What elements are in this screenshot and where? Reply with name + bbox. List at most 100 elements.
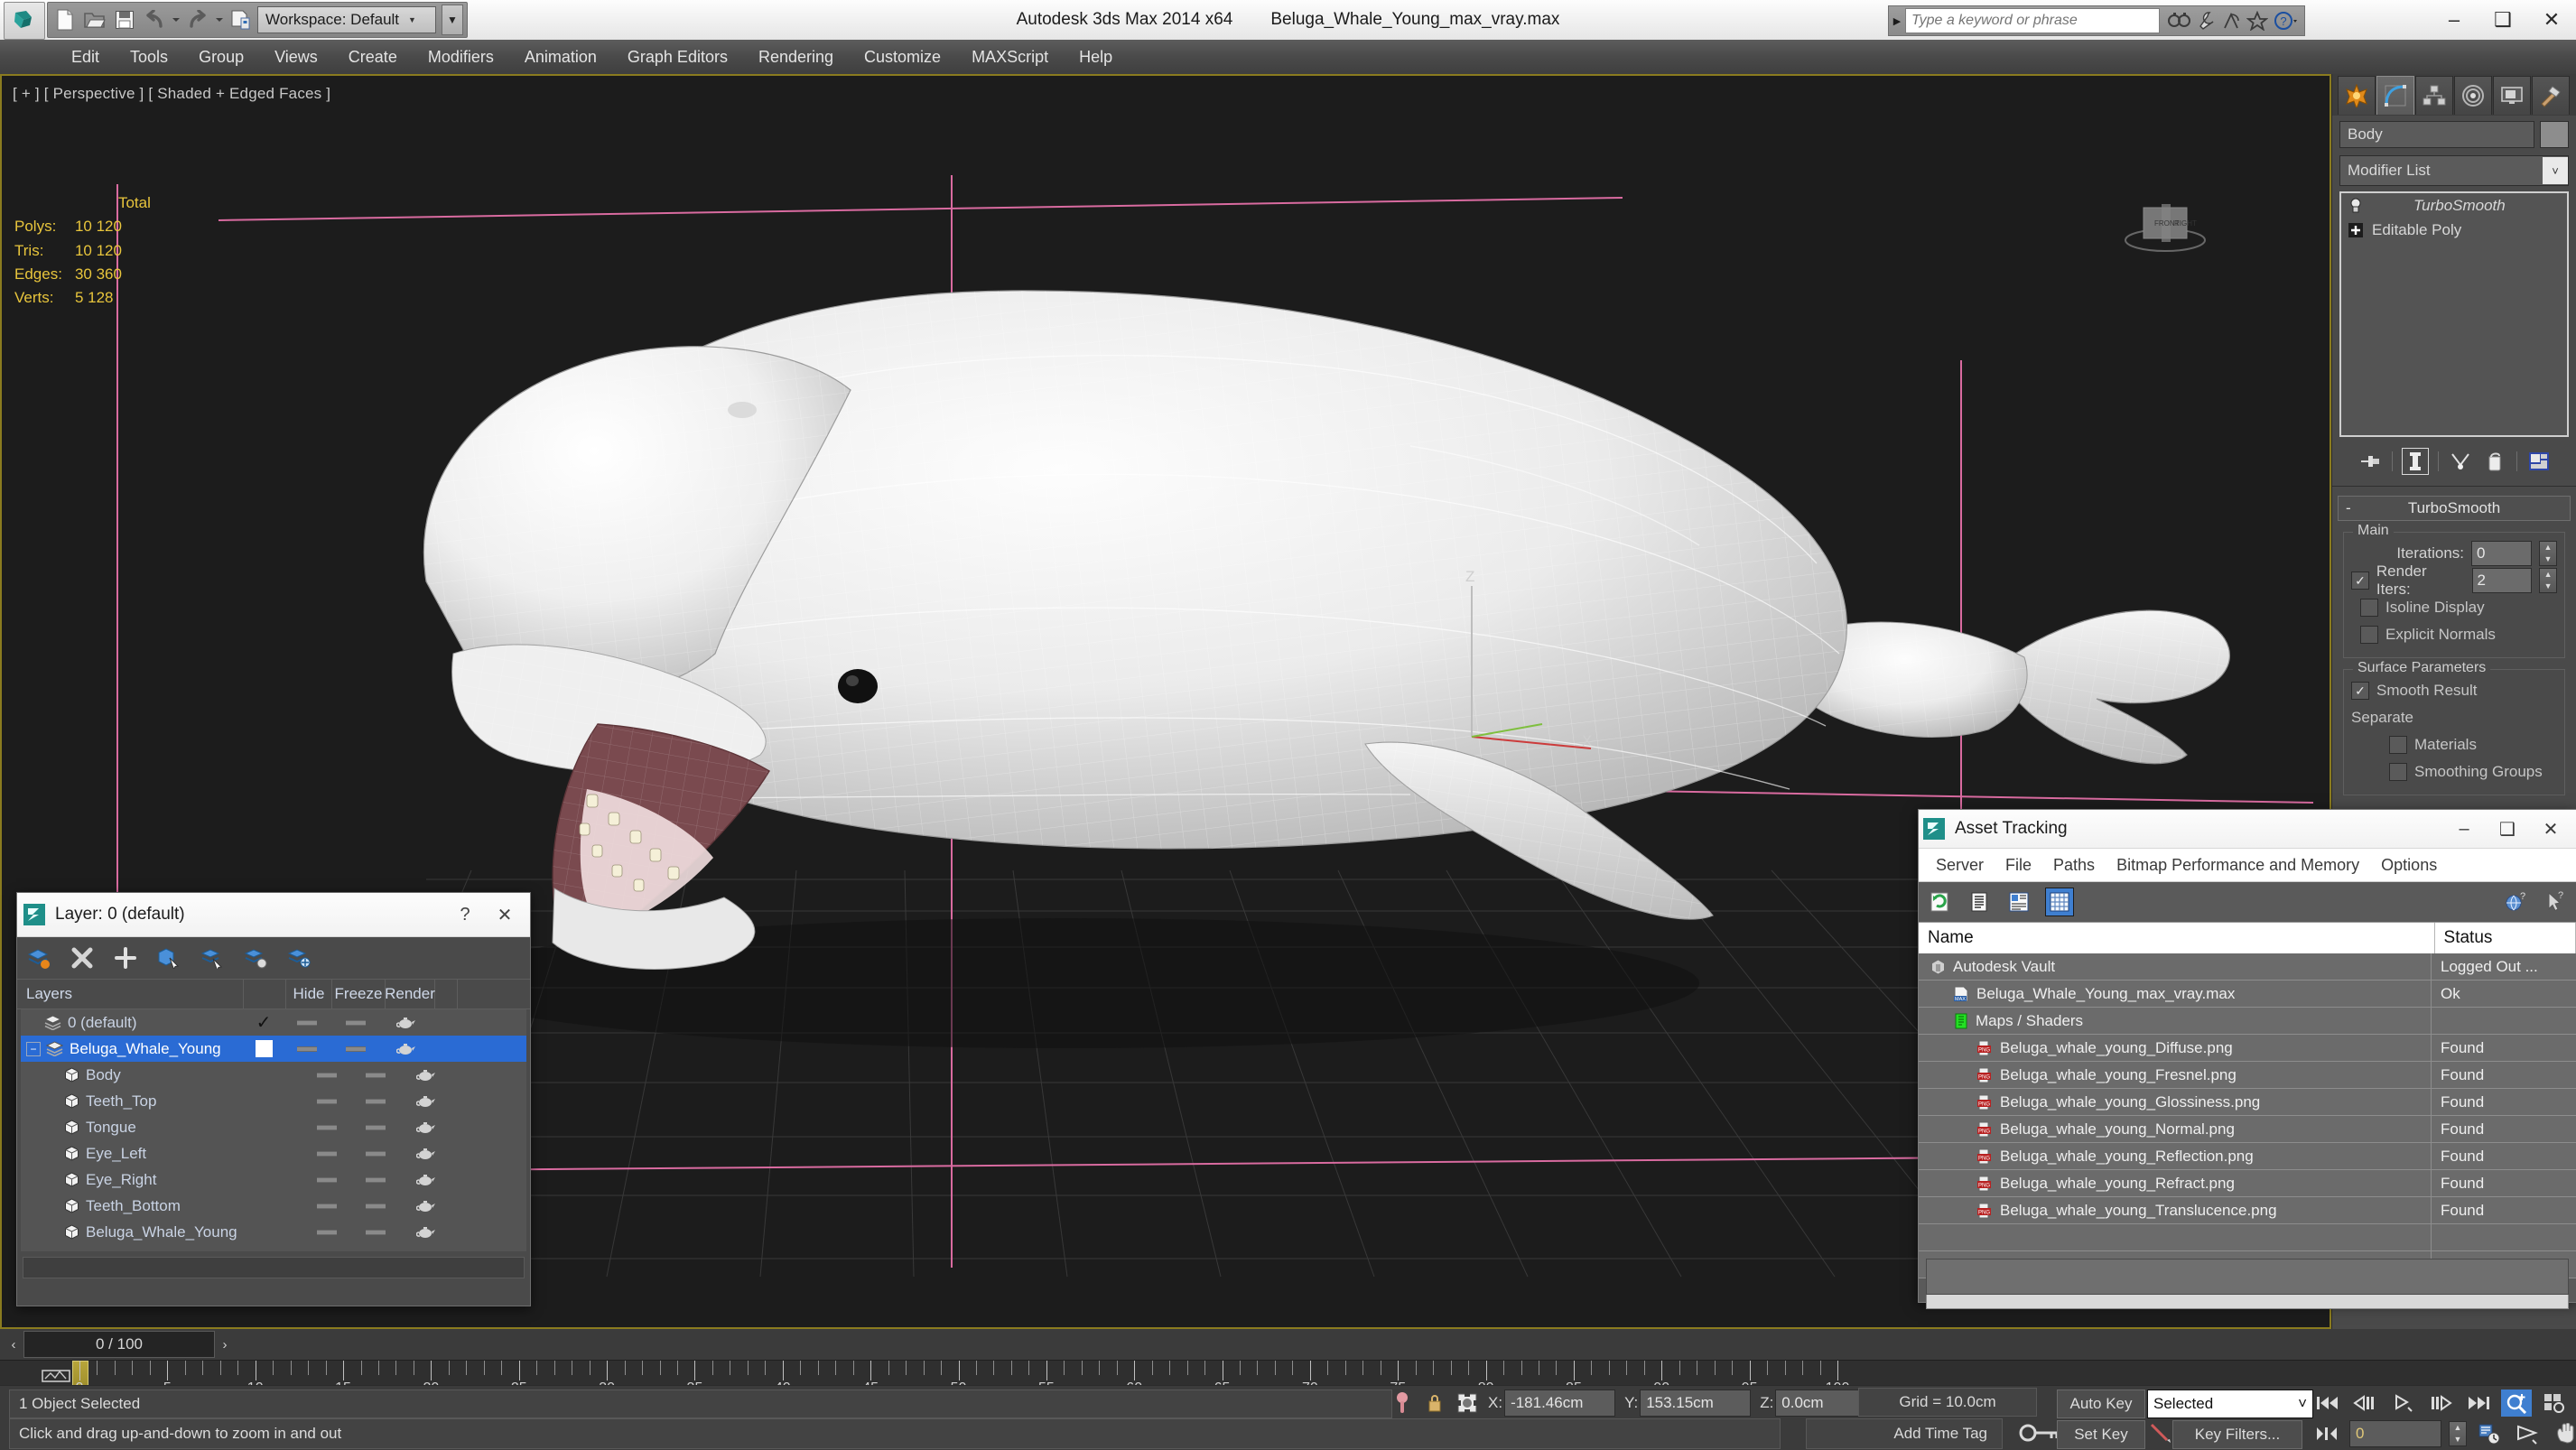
freeze-toggle[interactable] (330, 1036, 382, 1062)
hide-toggle[interactable] (284, 1009, 330, 1036)
lightbulb-icon[interactable] (2347, 197, 2365, 215)
menu-item-tools[interactable]: Tools (115, 40, 183, 74)
explicit-normals-checkbox[interactable] (2360, 626, 2378, 644)
current-layer-toggle[interactable] (243, 1036, 284, 1062)
asset-col-header[interactable]: Status (2435, 923, 2576, 953)
freeze-toggle[interactable] (349, 1114, 402, 1140)
freeze-toggle[interactable] (349, 1140, 402, 1167)
asset-menu-paths[interactable]: Paths (2043, 849, 2105, 881)
turbosmooth-rollout-header[interactable]: - TurboSmooth (2338, 496, 2571, 521)
render-toggle[interactable] (402, 1062, 451, 1088)
layer-dialog-close-button[interactable]: ✕ (485, 895, 525, 934)
current-frame-spinner[interactable]: ▲ ▼ (2449, 1421, 2467, 1446)
menu-item-maxscript[interactable]: MAXScript (956, 40, 1064, 74)
favorites-star-icon[interactable] (2246, 11, 2268, 31)
object-color-swatch[interactable] (2540, 121, 2569, 148)
asset-row[interactable]: Autodesk Vault Logged Out ... (1919, 953, 2576, 981)
layer-row[interactable]: Body (21, 1062, 526, 1088)
plus-box-icon[interactable] (2347, 221, 2365, 239)
layer-row[interactable]: Teeth_Top (21, 1088, 526, 1114)
absolute-relative-icon[interactable] (1455, 1390, 1479, 1417)
zoom-region-icon[interactable] (2501, 1390, 2532, 1417)
isolate-selection-icon[interactable] (1390, 1390, 1414, 1417)
grid-icon[interactable] (2045, 888, 2074, 916)
close-button[interactable]: ✕ (2527, 0, 2576, 40)
hide-toggle[interactable] (304, 1193, 349, 1219)
refresh-icon[interactable] (1926, 888, 1953, 916)
show-end-result-icon[interactable] (2401, 448, 2429, 475)
asset-row[interactable]: PNG Beluga_whale_young_Refract.png Found (1919, 1170, 2576, 1197)
object-name-field[interactable]: Body (2339, 121, 2534, 148)
undo-dropdown-icon[interactable] (171, 6, 181, 33)
previous-frame-arrow-icon[interactable]: ‹ (4, 1332, 23, 1357)
asset-tracking-minimize-button[interactable]: – (2442, 811, 2486, 847)
set-key-button[interactable]: Set Key (2057, 1420, 2145, 1449)
layer-props-icon[interactable] (286, 945, 312, 971)
render-iters-spinner[interactable]: ▲ ▼ (2539, 568, 2557, 593)
hide-toggle[interactable] (304, 1062, 349, 1088)
asset-tracking-dialog[interactable]: Asset Tracking – ❑ ✕ Server File Paths Bitm… (1918, 809, 2576, 1309)
layer-col-header[interactable]: Layers (17, 980, 244, 1008)
asset-menu-server[interactable]: Server (1926, 849, 1994, 881)
search-input[interactable] (1905, 8, 2160, 33)
viewport-label[interactable]: [ + ] [ Perspective ] [ Shaded + Edged F… (13, 85, 330, 103)
skip-start-icon[interactable] (2311, 1390, 2342, 1417)
hierarchy-tab[interactable] (2415, 76, 2453, 115)
communication-center-icon[interactable] (2221, 11, 2241, 31)
key-mode-selector[interactable]: Selected ˅ (2147, 1390, 2313, 1418)
modifier-list-dropdown[interactable]: Modifier List ˅ (2339, 155, 2569, 186)
layer-row[interactable]: Tongue (21, 1114, 526, 1140)
asset-menu-file[interactable]: File (1995, 849, 2041, 881)
help-globe-icon[interactable]: ? (2502, 888, 2529, 916)
render-toggle[interactable] (402, 1140, 451, 1167)
coord-x-field[interactable]: -181.46cm (1504, 1390, 1616, 1417)
layer-col-header[interactable] (435, 980, 458, 1008)
workspace-selector[interactable]: Workspace: Default ▼ (257, 6, 436, 33)
freeze-toggle[interactable] (330, 1009, 382, 1036)
current-layer-toggle[interactable]: ✓ (243, 1009, 284, 1036)
add-time-tag-button[interactable]: Add Time Tag (1806, 1418, 2003, 1449)
menu-item-rendering[interactable]: Rendering (743, 40, 849, 74)
asset-row[interactable]: PNG Beluga_whale_young_Glossiness.png Foun… (1919, 1089, 2576, 1116)
layer-col-header[interactable]: Hide (286, 980, 332, 1008)
asset-table-body[interactable]: Autodesk Vault Logged Out ... MAX Beluga_Wh… (1919, 953, 2576, 1278)
highlight-selected-icon[interactable] (243, 945, 268, 971)
asset-row[interactable]: Maps / Shaders (1919, 1008, 2576, 1035)
time-config-icon[interactable] (2474, 1420, 2505, 1447)
workspace-more-icon[interactable]: ▼ (442, 5, 463, 35)
layer-col-header[interactable] (244, 980, 286, 1008)
current-layer-toggle[interactable] (263, 1193, 304, 1219)
lock-selection-icon[interactable] (1423, 1390, 1446, 1417)
current-layer-toggle[interactable] (263, 1088, 304, 1114)
help-pointer-icon[interactable]: ? (2542, 888, 2569, 916)
asset-menu-bitmap-performance-and-memory[interactable]: Bitmap Performance and Memory (2106, 849, 2369, 881)
freeze-toggle[interactable] (349, 1167, 402, 1193)
hide-toggle[interactable] (304, 1088, 349, 1114)
freeze-toggle[interactable] (349, 1088, 402, 1114)
freeze-toggle[interactable] (349, 1062, 402, 1088)
menu-item-edit[interactable]: Edit (56, 40, 115, 74)
hide-toggle[interactable] (304, 1140, 349, 1167)
asset-col-header[interactable]: Name (1919, 923, 2435, 953)
render-toggle[interactable] (382, 1009, 431, 1036)
layer-row[interactable]: − Beluga_Whale_Young (21, 1036, 526, 1062)
undo-icon[interactable] (141, 6, 168, 33)
freeze-toggle[interactable] (349, 1193, 402, 1219)
hide-toggle[interactable] (304, 1114, 349, 1140)
new-layer-icon[interactable] (26, 945, 51, 971)
open-file-icon[interactable] (81, 6, 108, 33)
asset-row[interactable]: PNG Beluga_whale_young_Translucence.png Fo… (1919, 1197, 2576, 1224)
menu-item-animation[interactable]: Animation (509, 40, 612, 74)
pan-hand-icon[interactable] (2550, 1420, 2576, 1447)
render-toggle[interactable] (402, 1088, 451, 1114)
materials-checkbox[interactable] (2389, 736, 2407, 754)
menu-item-group[interactable]: Group (183, 40, 259, 74)
layer-row[interactable]: 0 (default) ✓ (21, 1009, 526, 1036)
display-tab[interactable] (2493, 76, 2531, 115)
project-folder-icon[interactable] (228, 6, 255, 33)
hide-toggle[interactable] (304, 1219, 349, 1245)
maximize-button[interactable]: ❑ (2478, 0, 2527, 40)
select-highlighted-icon[interactable] (200, 945, 225, 971)
trash-icon[interactable] (2482, 449, 2507, 474)
modifier-stack-list[interactable]: TurboSmooth Editable Poly (2339, 191, 2569, 437)
